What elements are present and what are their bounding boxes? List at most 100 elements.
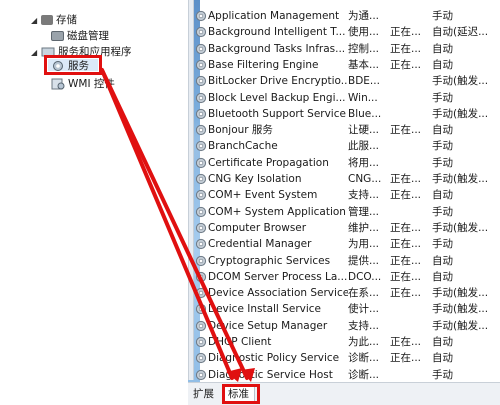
service-status: 正在...	[390, 26, 422, 39]
service-row[interactable]: COM+ System Application 管理... 手动	[194, 204, 500, 220]
console-tree: ◢ 存储 磁盘管理 ◢ 服务和应用程序 服务 WMI 控件	[0, 0, 188, 404]
service-row[interactable]: Application Management 为通... 手动	[194, 8, 500, 24]
service-name: Device Install Service	[208, 303, 321, 316]
service-startup-type: 自动	[432, 254, 453, 267]
service-gear-icon	[195, 173, 207, 185]
service-description: 诊断...	[348, 368, 380, 381]
service-description: 为通...	[348, 10, 380, 22]
service-startup-type: 手动(触发...	[432, 173, 489, 185]
service-row[interactable]: DHCP Client 为此... 正在... 自动	[194, 334, 500, 350]
service-description: 为用...	[348, 238, 380, 251]
tree-label: 磁盘管理	[67, 30, 109, 42]
service-gear-icon	[195, 369, 207, 380]
service-description: 此服...	[348, 140, 380, 153]
wmi-icon	[51, 78, 65, 90]
service-description: DCO...	[348, 270, 382, 283]
service-name: Bluetooth Support Service	[208, 107, 346, 120]
service-startup-type: 自动	[432, 189, 453, 202]
service-startup-type: 手动	[432, 156, 453, 169]
service-startup-type: 手动(触发...	[432, 221, 489, 234]
service-row[interactable]: BranchCache 此服... 手动	[194, 138, 500, 154]
service-status: 正在...	[390, 124, 422, 137]
service-gear-icon	[195, 304, 207, 315]
collapse-arrow-icon[interactable]: ◢	[31, 13, 41, 29]
service-status: 正在...	[390, 287, 422, 300]
service-gear-icon	[195, 353, 207, 364]
service-description: 使用...	[348, 26, 380, 39]
service-description: 让硬...	[348, 124, 380, 137]
tree-node-storage[interactable]: ◢ 存储	[31, 12, 77, 28]
service-name: Background Tasks Infras...	[208, 42, 346, 55]
service-name: Diagnostic Service Host	[208, 368, 333, 381]
service-name: Credential Manager	[208, 238, 312, 251]
service-description: 诊断...	[348, 352, 380, 365]
service-startup-type: 手动(触发...	[432, 75, 489, 88]
service-description: 为此...	[348, 336, 380, 348]
service-gear-icon	[195, 92, 207, 103]
service-name: Certificate Propagation	[208, 156, 329, 169]
service-name: Computer Browser	[208, 221, 307, 234]
service-gear-icon	[195, 239, 207, 250]
service-row[interactable]: Diagnostic Service Host 诊断... 手动	[194, 367, 500, 382]
service-description: 控制...	[348, 42, 380, 55]
service-name: COM+ Event System	[208, 189, 318, 202]
tree-node-wmi[interactable]: WMI 控件	[51, 76, 115, 92]
service-row[interactable]: Cryptographic Services 提供... 正在... 自动	[194, 253, 500, 269]
service-name: Background Intelligent T...	[208, 26, 346, 39]
service-gear-icon	[195, 287, 207, 299]
service-row[interactable]: Block Level Backup Engi... Win... 手动	[194, 90, 500, 106]
service-startup-type: 自动	[432, 336, 453, 348]
service-startup-type: 自动	[432, 42, 453, 55]
service-row[interactable]: DCOM Server Process La... DCO... 正在... 自动	[194, 269, 500, 285]
service-name: Block Level Backup Engi...	[208, 91, 346, 104]
service-description: BDE...	[348, 75, 380, 88]
service-name: Bonjour 服务	[208, 124, 273, 137]
tab-extended[interactable]: 扩展	[188, 385, 219, 403]
service-row[interactable]: Computer Browser 维护... 正在... 手动(触发...	[194, 220, 500, 236]
service-gear-icon	[195, 190, 207, 201]
service-startup-type: 手动	[432, 205, 453, 218]
service-startup-type: 自动	[432, 58, 453, 71]
service-row[interactable]: Credential Manager 为用... 正在... 手动	[194, 236, 500, 252]
service-row[interactable]: Background Intelligent T... 使用... 正在... 自动(…	[194, 24, 500, 40]
annotation-box	[222, 384, 260, 404]
storage-icon	[41, 15, 53, 25]
annotation-box	[44, 55, 102, 75]
service-status: 正在...	[390, 189, 422, 202]
collapse-arrow-icon[interactable]: ◢	[31, 45, 41, 61]
service-startup-type: 手动	[432, 238, 453, 251]
service-row[interactable]: Background Tasks Infras... 控制... 正在... 自动	[194, 41, 500, 57]
service-name: Application Management	[208, 10, 340, 22]
service-description: 使计...	[348, 303, 380, 316]
service-status: 正在...	[390, 254, 422, 267]
service-name: Device Association Service	[208, 287, 348, 300]
service-row[interactable]: Device Association Service 在系... 正在... 手动(触…	[194, 285, 500, 301]
service-row[interactable]: Base Filtering Engine 基本... 正在... 自动	[194, 57, 500, 73]
service-row[interactable]: Bonjour 服务 让硬... 正在... 自动	[194, 122, 500, 138]
service-row[interactable]: CNG Key Isolation CNG... 正在... 手动(触发...	[194, 171, 500, 187]
service-gear-icon	[195, 141, 207, 152]
service-startup-type: 手动	[432, 140, 453, 153]
service-description: CNG...	[348, 173, 382, 185]
service-gear-icon	[195, 59, 207, 70]
service-startup-type: 手动(触发...	[432, 319, 489, 332]
service-row[interactable]: Diagnostic Policy Service 诊断... 正在... 自动	[194, 350, 500, 366]
service-startup-type: 手动	[432, 91, 453, 104]
service-row[interactable]: BitLocker Drive Encryptio... BDE... 手动(触发.…	[194, 73, 500, 89]
service-status: 正在...	[390, 42, 422, 55]
service-status: 正在...	[390, 173, 422, 185]
service-gear-icon	[195, 43, 207, 54]
service-status: 正在...	[390, 336, 422, 348]
service-startup-type: 自动	[432, 352, 453, 365]
service-row[interactable]: Device Setup Manager 支持... 手动(触发...	[194, 318, 500, 334]
service-status: 正在...	[390, 58, 422, 71]
service-row[interactable]: Certificate Propagation 将用... 手动	[194, 155, 500, 171]
service-description: 管理...	[348, 205, 380, 218]
service-row[interactable]: Bluetooth Support Service Blue... 手动(触发...	[194, 106, 500, 122]
service-row[interactable]: COM+ Event System 支持... 正在... 自动	[194, 187, 500, 203]
service-startup-type: 手动(触发...	[432, 107, 489, 120]
tree-node-disk-management[interactable]: 磁盘管理	[51, 28, 109, 44]
service-gear-icon	[195, 124, 207, 136]
service-name: BitLocker Drive Encryptio...	[208, 75, 348, 88]
service-row[interactable]: Device Install Service 使计... 手动(触发...	[194, 301, 500, 317]
